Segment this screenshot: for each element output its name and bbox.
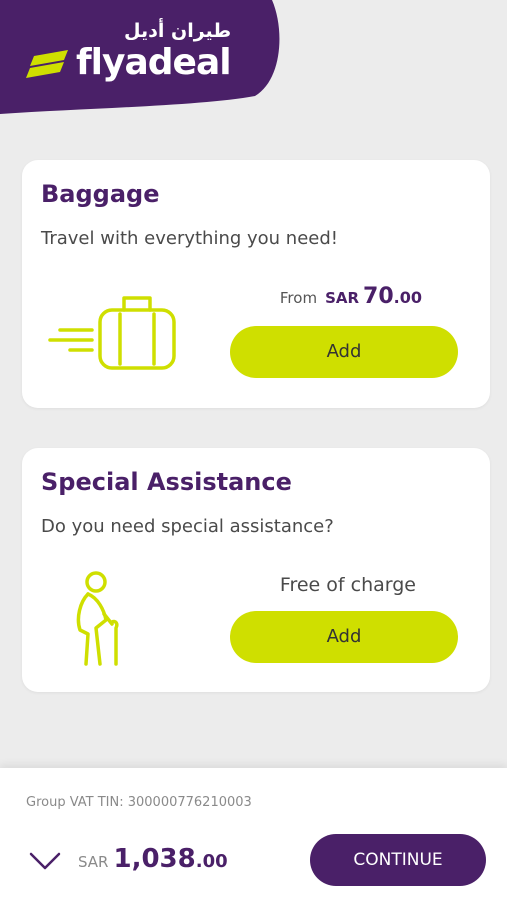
assistance-add-button[interactable]: Add — [230, 611, 458, 663]
chevron-down-icon[interactable] — [28, 850, 62, 876]
total-currency: SAR — [78, 853, 109, 871]
total-price: SAR 1,038.00 — [78, 844, 228, 874]
baggage-price: From SAR 70.00 — [280, 284, 422, 309]
price-decimal: .00 — [393, 288, 422, 307]
elderly-person-icon — [66, 570, 126, 674]
special-assistance-card: Special Assistance Do you need special a… — [22, 448, 490, 692]
logo-arabic-text: طيران أديل — [124, 20, 232, 42]
total-integer: 1,038 — [113, 844, 196, 874]
vat-tin: Group VAT TIN: 300000776210003 — [26, 795, 252, 810]
continue-button[interactable]: CONTINUE — [310, 834, 486, 886]
logo-text: flyadeal — [76, 42, 232, 83]
baggage-card: Baggage Travel with everything you need!… — [22, 160, 490, 408]
assistance-subtitle: Do you need special assistance? — [41, 516, 334, 537]
baggage-add-button[interactable]: Add — [230, 326, 458, 378]
total-decimal: .00 — [195, 851, 228, 872]
baggage-title: Baggage — [41, 180, 160, 208]
price-from-label: From — [279, 289, 318, 307]
assistance-price-label: Free of charge — [279, 574, 416, 596]
baggage-subtitle: Travel with everything you need! — [41, 228, 339, 249]
logo-banner: طيران أديل flyadeal — [0, 0, 290, 116]
price-integer: 70 — [363, 284, 394, 309]
suitcase-icon — [48, 292, 178, 376]
booking-footer: Group VAT TIN: 300000776210003 SAR 1,038.… — [0, 768, 507, 900]
price-currency: SAR — [325, 289, 360, 307]
assistance-title: Special Assistance — [41, 468, 292, 496]
